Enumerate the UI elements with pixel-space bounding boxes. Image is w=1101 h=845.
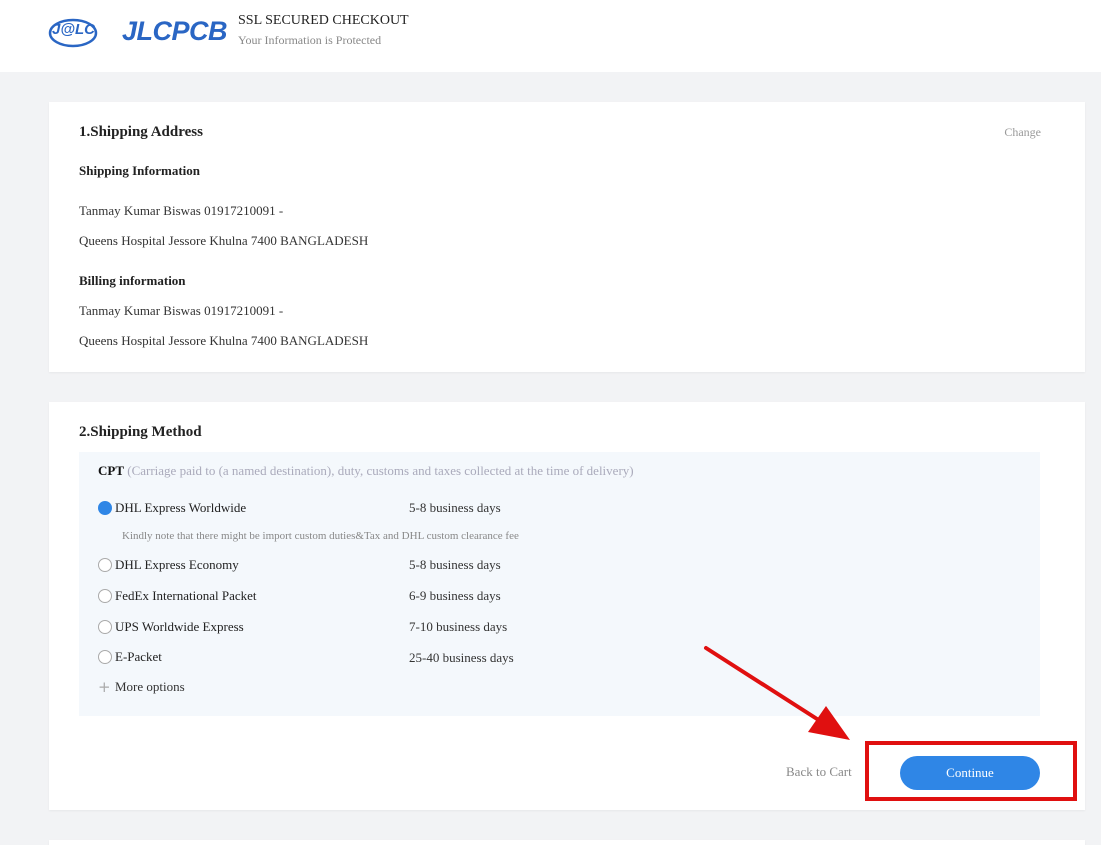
radio-selected-icon[interactable] [98,501,112,515]
cpt-description: (Carriage paid to (a named destination),… [127,463,634,478]
shipping-option-label: UPS Worldwide Express [115,619,244,634]
shipping-address-title: 1.Shipping Address [79,124,203,140]
cpt-terms: CPT (Carriage paid to (a named destinati… [98,463,634,479]
shipping-option-dhl-economy[interactable]: DHL Express Economy [98,555,239,575]
shipping-info-label: Shipping Information [79,163,201,178]
shipping-option-ups[interactable]: UPS Worldwide Express [98,617,244,637]
ssl-secured-title: SSL SECURED CHECKOUT [238,13,409,28]
cpt-code: CPT [98,463,124,478]
logo-mark-text: J@LC [52,21,95,38]
continue-highlight-box [865,741,1077,801]
shipping-option-label: DHL Express Worldwide [115,500,247,515]
radio-unselected-icon[interactable] [98,589,112,603]
more-options-toggle[interactable]: + More options [98,678,185,696]
logo-text: JLCPCB [122,16,228,46]
plus-icon: + [98,678,111,696]
more-options-label: More options [115,679,185,694]
shipping-option-fedex[interactable]: FedEx International Packet [98,586,257,606]
shipping-address-card: 1.Shipping Address Change Shipping Infor… [49,102,1085,372]
jlcpcb-logo[interactable]: J@LC JLCPCB [48,14,228,54]
shipping-option-label: FedEx International Packet [115,588,257,603]
radio-unselected-icon[interactable] [98,650,112,664]
shipping-option-epacket[interactable]: E-Packet [98,647,162,667]
next-section-card [49,840,1085,845]
shipping-option-dhl-worldwide[interactable]: DHL Express Worldwide [98,498,246,518]
back-to-cart-link[interactable]: Back to Cart [786,764,852,780]
dhl-duty-note: Kindly note that there might be import c… [122,530,519,542]
billing-info-line2: Queens Hospital Jessore Khulna 7400 BANG… [79,333,369,348]
radio-unselected-icon[interactable] [98,558,112,572]
change-address-link[interactable]: Change [1004,125,1041,140]
shipping-options-panel: CPT (Carriage paid to (a named destinati… [79,452,1040,716]
shipping-option-days: 7-10 business days [409,619,508,634]
shipping-info-line2: Queens Hospital Jessore Khulna 7400 BANG… [79,233,369,248]
billing-info-line1: Tanmay Kumar Biswas 01917210091 - [79,303,284,318]
shipping-option-days: 6-9 business days [409,588,501,603]
shipping-option-label: E-Packet [115,649,162,664]
top-header: J@LC JLCPCB SSL SECURED CHECKOUT Your In… [0,0,1101,72]
shipping-info-line1: Tanmay Kumar Biswas 01917210091 - [79,203,284,218]
radio-unselected-icon[interactable] [98,620,112,634]
shipping-option-days: 5-8 business days [409,557,501,572]
shipping-option-days: 5-8 business days [409,500,501,515]
red-arrow-annotation-icon [704,646,850,740]
shipping-method-title: 2.Shipping Method [79,424,202,440]
ssl-secured-subtitle: Your Information is Protected [238,33,382,47]
shipping-option-label: DHL Express Economy [115,557,239,572]
shipping-option-days: 25-40 business days [409,650,514,665]
billing-info-label: Billing information [79,273,186,288]
